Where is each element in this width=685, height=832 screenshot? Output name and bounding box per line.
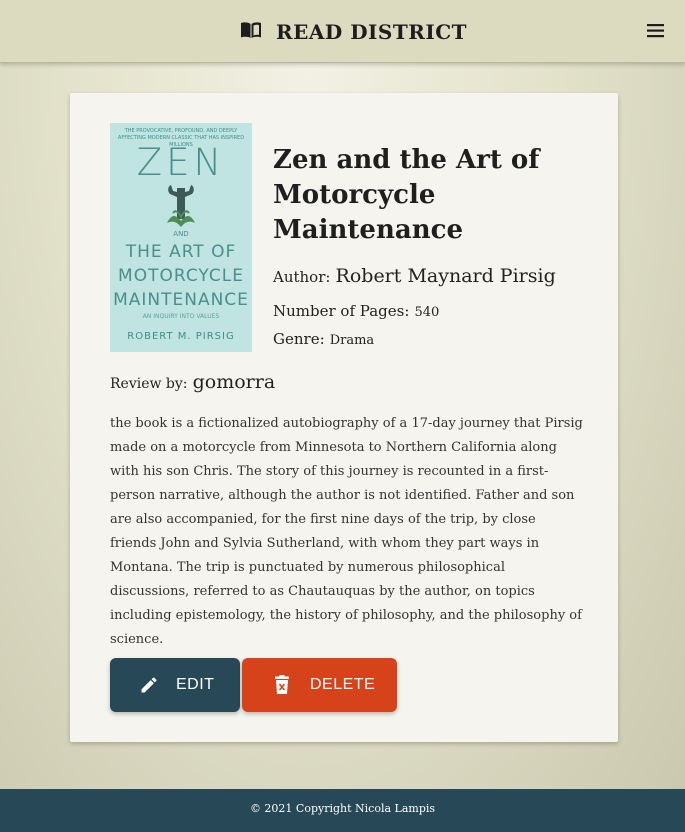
review-author: Review by: gomorra [110,371,275,393]
edit-button[interactable]: EDIT [110,658,240,712]
delete-button[interactable]: DELETE [242,658,397,712]
navbar: READ DISTRICT [0,0,685,63]
book-card: The provocative, profound, and deeply af… [70,93,618,742]
menu-button[interactable] [646,22,668,40]
trash-icon [275,675,289,694]
pages-label: Number of Pages: [273,302,410,320]
genre-value: Drama [329,333,375,348]
author-label: Author: [273,268,331,286]
book-cover-image: The provocative, profound, and deeply af… [110,123,252,352]
copyright-text: © 2021 Copyright Nicola Lampis [249,802,436,815]
brand-title: READ DISTRICT [276,20,467,44]
pencil-icon [141,677,157,693]
cover-and: AND [173,230,189,238]
brand-link[interactable]: READ DISTRICT [240,18,467,46]
reviewer-name: gomorra [192,371,276,393]
wrench-icon [167,185,195,227]
footer: © 2021 Copyright Nicola Lampis [0,789,685,832]
cover-zen: ZEN [136,141,226,184]
open-book-icon [240,21,262,43]
book-title: Zen and the Art of Motorcycle Maintenanc… [273,145,540,245]
cover-subtitle: AN INQUIRY INTO VALUES [142,313,220,320]
book-author: Author: Robert Maynard Pirsig [273,265,556,287]
pages-value: 540 [414,305,440,320]
book-genre: Genre: Drama [273,329,374,348]
genre-label: Genre: [273,330,325,348]
review-text: the book is a fictionalized autobiograph… [110,416,583,647]
author-value: Robert Maynard Pirsig [335,265,556,287]
book-pages: Number of Pages: 540 [273,301,439,320]
hamburger-menu-icon [647,24,664,38]
cover-title: THE ART OF MOTORCYCLE MAINTENANCE [113,242,249,310]
delete-label: DELETE [310,676,376,693]
cover-author: ROBERT M. PIRSIG [127,331,235,342]
review-by-label: Review by: [110,376,188,392]
edit-label: EDIT [176,676,215,693]
